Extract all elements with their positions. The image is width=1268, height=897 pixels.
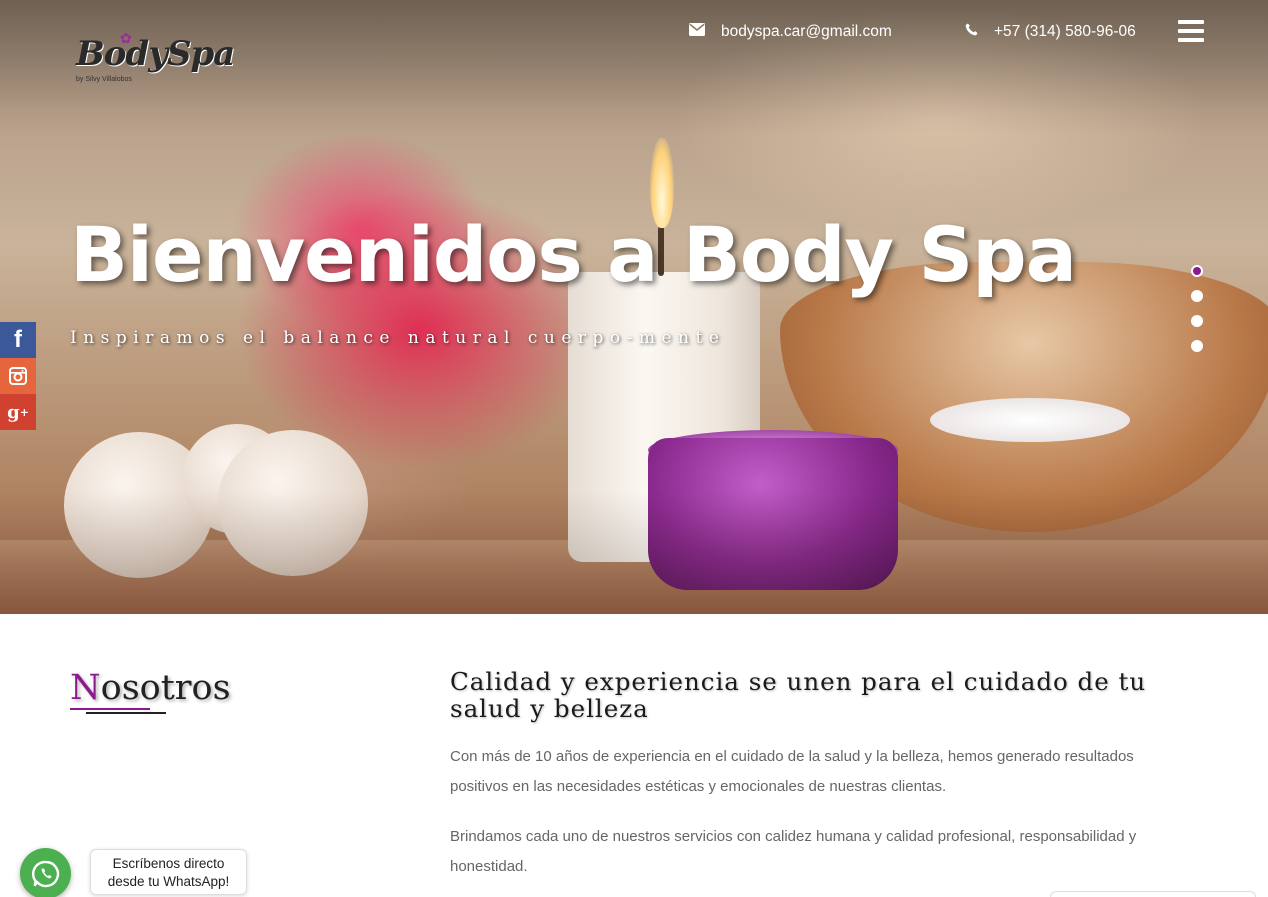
hamburger-menu-icon[interactable] (1178, 20, 1204, 42)
about-title-underline (86, 712, 166, 714)
whatsapp-icon (31, 860, 59, 887)
about-title-rest: osotros (100, 668, 231, 708)
phone-icon (965, 23, 978, 41)
slider-dot-3[interactable] (1191, 315, 1203, 327)
facebook-icon[interactable]: f (0, 322, 36, 358)
bottom-right-widget[interactable] (1050, 891, 1256, 897)
instagram-icon[interactable] (0, 358, 36, 394)
header-email-text: bodyspa.car@gmail.com (721, 23, 892, 40)
hero-subtitle: Inspiramos el balance natural cuerpo-men… (70, 328, 726, 348)
about-title-underline-accent (70, 708, 150, 710)
envelope-icon (689, 23, 705, 41)
whatsapp-callout[interactable]: Escríbenos directo desde tu WhatsApp! (90, 849, 247, 895)
about-section-title: Nosotros (70, 668, 231, 708)
site-logo[interactable]: ✿ BodySpa by Silvy Villalobos (72, 28, 235, 98)
about-paragraph-1: Con más de 10 años de experiencia en el … (450, 748, 1134, 795)
about-title-first-letter: N (70, 668, 101, 708)
slider-dot-4[interactable] (1191, 340, 1203, 352)
google-plus-icon[interactable]: g + (0, 394, 36, 430)
slider-dot-2[interactable] (1191, 290, 1203, 302)
logo-text: BodySpa (76, 34, 235, 74)
about-headline: Calidad y experiencia se unen para el cu… (450, 667, 1147, 723)
whatsapp-callout-line2: desde tu WhatsApp! (107, 874, 230, 889)
slider-dots (1191, 265, 1203, 365)
about-paragraph-2: Brindamos cada uno de nuestros servicios… (450, 828, 1137, 875)
hero-title: Bienvenidos a Body Spa (70, 210, 1077, 299)
whatsapp-button[interactable] (20, 848, 71, 897)
header-phone-text: +57 (314) 580-96-06 (994, 23, 1136, 40)
header-phone[interactable]: +57 (314) 580-96-06 (965, 20, 1136, 44)
header-email[interactable]: bodyspa.car@gmail.com (689, 20, 892, 44)
slider-dot-1[interactable] (1191, 265, 1203, 277)
logo-subtext: by Silvy Villalobos (76, 76, 132, 83)
whatsapp-callout-line1: Escríbenos directo (112, 856, 225, 871)
